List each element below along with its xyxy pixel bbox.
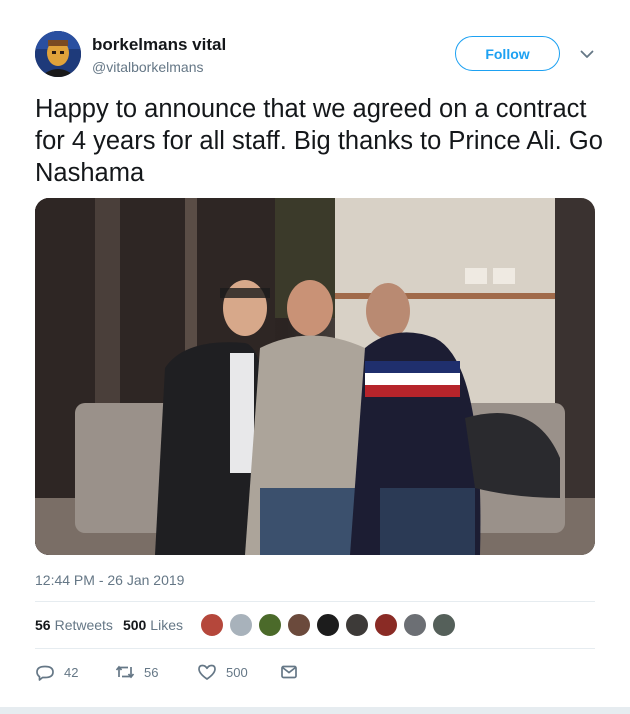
chevron-down-icon[interactable] (577, 44, 597, 64)
liker-avatar[interactable] (403, 613, 427, 637)
envelope-icon (281, 665, 297, 679)
heart-icon (198, 664, 216, 680)
user-handle[interactable]: @vitalborkelmans (92, 59, 203, 75)
reply-icon (36, 665, 54, 681)
tweet: borkelmans vital @vitalborkelmans Follow… (0, 0, 630, 714)
retweets-label: Retweets (54, 617, 113, 633)
liker-avatar[interactable] (287, 613, 311, 637)
tweet-bottom-border (0, 707, 630, 714)
like-action[interactable]: 500 (197, 662, 279, 682)
liker-avatars (200, 612, 461, 638)
like-count: 500 (226, 664, 248, 680)
liker-avatar[interactable] (432, 613, 456, 637)
retweet-count: 56 (144, 664, 159, 680)
display-name[interactable]: borkelmans vital (92, 35, 226, 55)
reply-action[interactable]: 42 (35, 662, 115, 682)
liker-avatar[interactable] (374, 613, 398, 637)
reply-count: 42 (64, 664, 79, 680)
liker-avatar[interactable] (229, 613, 253, 637)
likes-count: 500 (122, 617, 147, 633)
retweet-action[interactable]: 56 (115, 662, 197, 682)
likes-label: Likes (150, 617, 183, 633)
retweets-stat[interactable]: 56 Retweets (35, 617, 113, 633)
likes-stat[interactable]: 500 Likes (123, 617, 183, 633)
tweet-timestamp[interactable]: 12:44 PM - 26 Jan 2019 (35, 572, 184, 588)
liker-avatar[interactable] (200, 613, 224, 637)
tweet-actions: 42 56 500 (35, 660, 299, 684)
avatar-portrait-icon (35, 31, 81, 77)
tweet-stats: 56 Retweets 500 Likes (35, 612, 193, 638)
liker-avatar[interactable] (258, 613, 282, 637)
liker-avatar[interactable] (316, 613, 340, 637)
direct-message-action[interactable] (279, 662, 299, 682)
liker-avatar[interactable] (345, 613, 369, 637)
tweet-photo[interactable] (35, 198, 595, 555)
tweet-text: Happy to announce that we agreed on a co… (35, 95, 603, 187)
divider (35, 648, 595, 649)
avatar[interactable] (35, 31, 81, 77)
divider (35, 601, 595, 602)
retweet-icon (115, 665, 135, 679)
follow-button[interactable]: Follow (455, 36, 560, 71)
retweets-count: 56 (35, 617, 51, 633)
